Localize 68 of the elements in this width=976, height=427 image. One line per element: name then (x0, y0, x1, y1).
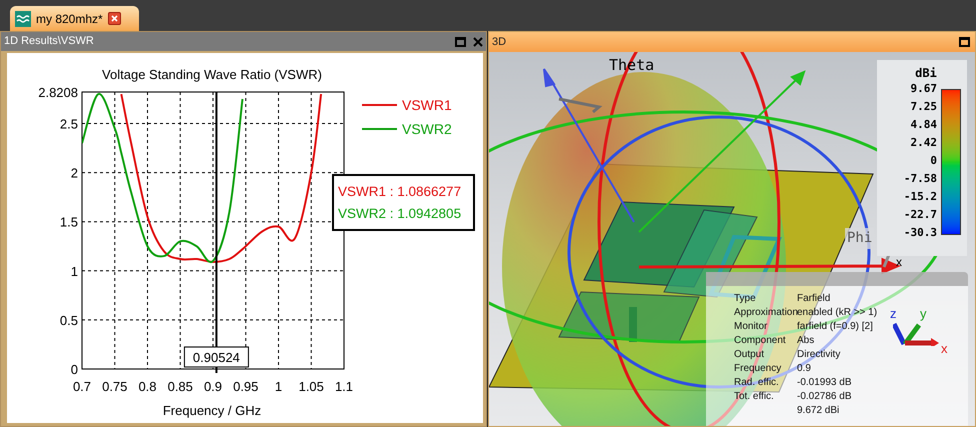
legend-tick-label: 2.42 (910, 137, 937, 149)
info-value: Abs (797, 334, 814, 348)
readout-value: VSWR1 : 1.0866277 (338, 184, 462, 199)
readout-value: VSWR2 : 1.0942805 (338, 206, 462, 221)
y-tick-label: 0.5 (60, 312, 78, 328)
info-label: Component (733, 334, 787, 348)
info-label: Tot. effic. (733, 390, 775, 404)
legend-tick-label: 4.84 (910, 119, 937, 131)
y-tick-label: 1.5 (60, 214, 78, 230)
legend-tick-label: -22.7 (904, 209, 937, 221)
panel-title: 1D Results\VSWR (4, 34, 95, 50)
x-tick-label: 0.95 (233, 379, 258, 394)
info-label: Rad. effic. (733, 376, 780, 390)
legend-tick-label: -30.3 (904, 227, 937, 239)
info-value: farfield (f=0.9) [2] (797, 320, 873, 334)
info-value: 0.9 (797, 362, 811, 376)
info-value: enabled (kR >> 1) (797, 306, 878, 320)
x-tick-label: 1.1 (334, 379, 354, 394)
phi-label: Phi (845, 228, 874, 249)
y-tick-label: 2.8208 (38, 85, 78, 100)
x-tick-label: 0.7 (72, 379, 92, 394)
x-tick-label: 1 (274, 379, 282, 394)
triad-axis-label: z (890, 305, 896, 323)
info-value: -0.01993 dB (797, 376, 852, 390)
legend-label: VSWR2 (402, 121, 452, 137)
legend-tick-label: 9.67 (910, 83, 937, 95)
x-axis-label: Frequency / GHz (162, 403, 262, 418)
info-label: Monitor (733, 320, 768, 334)
info-label: Output (733, 348, 766, 362)
legend-label: VSWR1 (402, 97, 452, 113)
legend-line (362, 104, 397, 106)
info-label: Approximation (733, 306, 797, 320)
info-label: Type (733, 292, 757, 306)
y-tick-label: 2 (70, 166, 78, 181)
legend-tick-label: 7.25 (910, 101, 937, 113)
x-tick-label: 0.8 (138, 379, 157, 394)
x-tick-label: 0.85 (168, 379, 193, 394)
close-tab-button[interactable] (108, 12, 121, 25)
legend-line (362, 128, 397, 130)
axis-triad-icon (893, 322, 939, 346)
info-label: Frequency (733, 362, 782, 376)
chart-title: Voltage Standing Wave Ratio (VSWR) (102, 67, 322, 82)
y-tick-label: 0 (70, 362, 78, 377)
triad-axis-label: y (920, 305, 926, 323)
close-icon[interactable] (473, 36, 483, 46)
marker-value-label: 0.90524 (184, 346, 249, 368)
info-value: Directivity (797, 348, 840, 362)
maximize-icon[interactable] (959, 37, 970, 47)
maximize-icon[interactable] (455, 36, 466, 46)
legend-tick-label: -15.2 (904, 191, 937, 203)
waves-icon (15, 10, 31, 26)
info-value: Farfield (797, 292, 830, 306)
document-tab[interactable]: my 820mhz* (10, 6, 139, 31)
legend-tick-label: 0 (930, 155, 937, 167)
info-value: 9.672 dBi (797, 404, 840, 418)
info-value: -0.02786 dB (797, 390, 852, 404)
panel-title: 3D (492, 34, 508, 50)
annotation: 0.90524 (192, 350, 240, 365)
triad-axis-label: x (941, 340, 948, 358)
x-tick-label: 0.9 (204, 379, 222, 394)
close-icon (110, 15, 118, 22)
legend-tick-label: -7.58 (904, 173, 937, 185)
x-tick-label: 0.75 (102, 379, 128, 394)
axis-label: x (896, 254, 902, 271)
y-tick-label: 1 (70, 264, 78, 279)
y-tick-label: 2.5 (60, 116, 78, 132)
legend-unit: dBi (914, 65, 938, 82)
x-tick-label: 1.05 (298, 379, 324, 394)
